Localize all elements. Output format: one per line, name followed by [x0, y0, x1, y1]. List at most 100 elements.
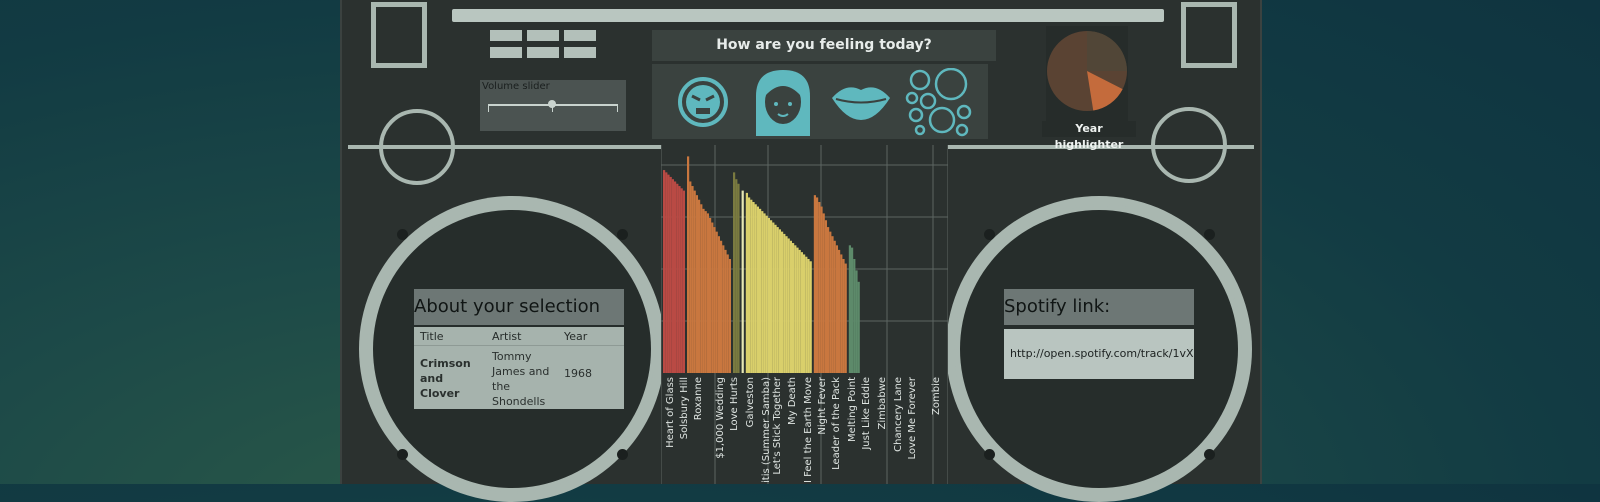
chart-bar[interactable] — [706, 213, 709, 373]
chart-bar[interactable] — [700, 204, 703, 373]
about-song-artist: Tommy James and the Shondells — [492, 350, 550, 408]
chart-bar[interactable] — [663, 170, 666, 373]
chart-bar[interactable] — [726, 254, 729, 373]
chart-bar[interactable] — [678, 186, 681, 373]
chart-bar[interactable] — [750, 199, 753, 373]
chart-bar[interactable] — [720, 240, 723, 373]
chart-bar[interactable] — [840, 254, 843, 373]
small-speaker-right — [1151, 107, 1227, 183]
chart-bar[interactable] — [695, 195, 698, 373]
chart-bar[interactable] — [778, 229, 781, 373]
year-highlighter-pie[interactable] — [1046, 26, 1128, 136]
lips-icon[interactable] — [828, 68, 894, 134]
chart-bar[interactable] — [728, 259, 731, 373]
volume-slider-handle[interactable] — [548, 100, 556, 108]
chart-bar[interactable] — [745, 192, 748, 373]
chart-bar[interactable] — [776, 227, 779, 373]
chart-bar[interactable] — [680, 188, 683, 373]
chart-bar[interactable] — [851, 247, 854, 373]
chart-bar[interactable] — [733, 172, 736, 373]
chart-bar[interactable] — [761, 211, 764, 373]
chart-bar[interactable] — [752, 202, 755, 373]
chart-bar[interactable] — [687, 156, 690, 373]
chart-bar[interactable] — [798, 249, 801, 373]
chart-bar[interactable] — [807, 259, 810, 373]
girl-face-icon[interactable] — [748, 66, 818, 136]
chart-tick-label: Let's Stick Together — [772, 376, 783, 475]
chart-bar[interactable] — [816, 197, 819, 373]
chart-bar[interactable] — [805, 256, 808, 373]
chart-bar[interactable] — [709, 217, 712, 373]
chart-bar[interactable] — [785, 236, 788, 373]
chart-bar[interactable] — [848, 245, 851, 373]
chart-bar[interactable] — [715, 231, 718, 373]
chart-bar[interactable] — [691, 186, 694, 373]
chart-bar[interactable] — [665, 172, 668, 373]
chart-bar[interactable] — [824, 220, 827, 373]
chart-bar[interactable] — [767, 217, 770, 373]
spotify-link[interactable]: http://open.spotify.com/track/1vXu — [1004, 329, 1194, 379]
chart-bar[interactable] — [820, 206, 823, 373]
chart-bar[interactable] — [748, 197, 751, 373]
chart-bar[interactable] — [822, 213, 825, 373]
chart-bar[interactable] — [770, 220, 773, 373]
chart-bar[interactable] — [704, 211, 707, 373]
chart-bar[interactable] — [759, 208, 762, 373]
chart-bar[interactable] — [794, 245, 797, 373]
chart-bar[interactable] — [713, 227, 716, 373]
chart-bar[interactable] — [674, 181, 677, 373]
spotify-link-title: Spotify link: — [1004, 289, 1194, 325]
chart-bar[interactable] — [737, 183, 740, 373]
chart-bar[interactable] — [842, 259, 845, 373]
chart-bar[interactable] — [800, 252, 803, 373]
chart-bar[interactable] — [676, 183, 679, 373]
chart-bar[interactable] — [754, 204, 757, 373]
chart-bar[interactable] — [722, 245, 725, 373]
chart-bar[interactable] — [803, 254, 806, 373]
chart-bar[interactable] — [809, 261, 812, 373]
chart-bar[interactable] — [772, 222, 775, 373]
chart-bar[interactable] — [833, 240, 836, 373]
chart-bar[interactable] — [756, 206, 759, 373]
angry-face-icon[interactable] — [670, 68, 736, 134]
chart-bar[interactable] — [787, 238, 790, 373]
chart-bar[interactable] — [857, 281, 860, 373]
chart-bar[interactable] — [711, 222, 714, 373]
chart-tick-label: Roxanne — [693, 377, 704, 420]
chart-bar[interactable] — [813, 195, 816, 373]
chart-bar[interactable] — [774, 224, 777, 373]
chart-bar[interactable] — [835, 245, 838, 373]
chart-bar[interactable] — [669, 176, 672, 373]
mood-selector — [652, 64, 988, 139]
chart-bar[interactable] — [667, 174, 670, 373]
chart-bar[interactable] — [698, 199, 701, 373]
chart-bar[interactable] — [829, 231, 832, 373]
chart-bar[interactable] — [741, 190, 744, 373]
chart-bar[interactable] — [783, 233, 786, 373]
chart-bar[interactable] — [781, 231, 784, 373]
chart-bar[interactable] — [827, 227, 830, 373]
chart-bar[interactable] — [717, 236, 720, 373]
chart-bar[interactable] — [689, 181, 692, 373]
bubbles-icon[interactable] — [904, 68, 974, 138]
chart-bar[interactable] — [693, 190, 696, 373]
chart-bar[interactable] — [844, 263, 847, 373]
volume-slider-panel: Volume slider — [480, 80, 626, 131]
chart-bar[interactable] — [853, 259, 856, 373]
chart-bar[interactable] — [765, 215, 768, 373]
top-right-square — [1181, 2, 1237, 68]
chart-bar[interactable] — [792, 243, 795, 373]
chart-bar[interactable] — [796, 247, 799, 373]
chart-bar[interactable] — [838, 249, 841, 373]
chart-bar[interactable] — [735, 179, 738, 373]
chart-bar[interactable] — [855, 270, 858, 373]
chart-bar[interactable] — [763, 213, 766, 373]
chart-bar[interactable] — [818, 202, 821, 373]
chart-bar[interactable] — [671, 179, 674, 373]
chart-bar[interactable] — [831, 236, 834, 373]
chart-bar[interactable] — [724, 249, 727, 373]
chart-tick-label: Night Fever — [817, 376, 828, 434]
chart-bar[interactable] — [789, 240, 792, 373]
chart-bar[interactable] — [702, 208, 705, 373]
chart-bar[interactable] — [682, 190, 685, 373]
